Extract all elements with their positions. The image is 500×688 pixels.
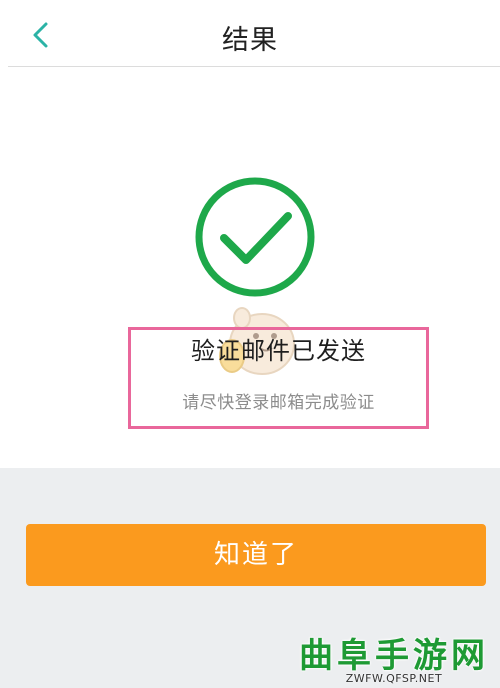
result-subtitle: 请尽快登录邮箱完成验证: [182, 393, 375, 413]
watermark-name: 曲阜手游网: [299, 636, 489, 676]
page-title: 结果: [222, 25, 278, 56]
watermark-url: ZWFW.QFSP.NET: [345, 672, 443, 685]
site-watermark: 曲阜手游网 ZWFW.QFSP.NET: [290, 628, 498, 686]
result-title: 验证邮件已发送: [191, 337, 366, 365]
top-bar: 结果: [0, 0, 500, 66]
confirm-button[interactable]: 知道了: [26, 524, 486, 586]
check-circle-icon: [195, 177, 315, 297]
